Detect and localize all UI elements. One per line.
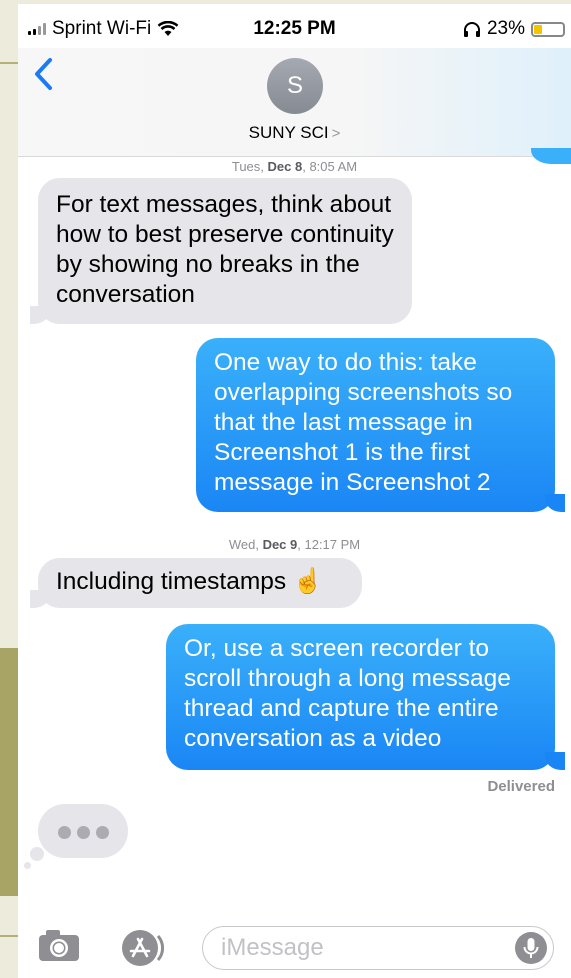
typing-dot <box>58 826 71 839</box>
message-input[interactable]: iMessage <box>202 926 554 970</box>
typing-indicator <box>38 804 128 858</box>
headphones-icon <box>463 22 480 37</box>
battery-icon <box>531 21 565 37</box>
typing-bubble-tail <box>30 847 44 861</box>
phone-screen: Sprint Wi-Fi 12:25 PM 23% S SUNY SCI > T… <box>18 4 571 978</box>
status-bar: Sprint Wi-Fi 12:25 PM 23% <box>18 4 571 48</box>
chevron-right-icon: > <box>331 125 341 142</box>
bubble-tail <box>30 590 50 608</box>
incoming-message[interactable]: Including timestamps ☝️ <box>38 558 362 608</box>
typing-dot <box>96 826 109 839</box>
camera-button[interactable] <box>38 928 80 972</box>
contact-name: SUNY SCI <box>248 123 329 142</box>
status-right: 23% <box>463 18 565 40</box>
outgoing-message[interactable]: Or, use a screen recorder to scroll thro… <box>166 624 555 770</box>
typing-dot <box>77 826 90 839</box>
typing-bubble-tail <box>24 862 31 869</box>
app-store-button[interactable] <box>118 928 168 968</box>
microphone-icon <box>523 938 539 958</box>
bubble-tail <box>545 494 565 512</box>
app-store-icon <box>122 930 165 966</box>
bubble-tail <box>30 306 50 324</box>
bubble-tail <box>545 752 565 770</box>
slide-top-rule <box>0 62 18 64</box>
slide-side-panel <box>0 648 18 896</box>
chevron-left-icon <box>35 58 52 90</box>
dictation-button[interactable] <box>515 932 547 964</box>
delivery-status: Delivered <box>487 778 555 795</box>
message-placeholder: iMessage <box>221 934 324 961</box>
contact-avatar[interactable]: S <box>267 58 323 114</box>
battery-percent: 23% <box>486 18 525 39</box>
contact-name-button[interactable]: SUNY SCI > <box>18 123 571 143</box>
back-button[interactable] <box>30 56 60 92</box>
camera-icon <box>39 930 79 961</box>
conversation-header: S SUNY SCI > <box>18 48 571 157</box>
timestamp: Wed, Dec 9, 12:17 PM <box>228 537 361 552</box>
timestamp: Tues, Dec 8, 8:05 AM <box>231 159 358 174</box>
outgoing-message[interactable]: One way to do this: take overlapping scr… <box>196 338 555 512</box>
slide-bottom-rule <box>0 935 18 937</box>
incoming-message[interactable]: For text messages, think about how to be… <box>38 178 412 324</box>
compose-bar: iMessage <box>18 914 571 978</box>
